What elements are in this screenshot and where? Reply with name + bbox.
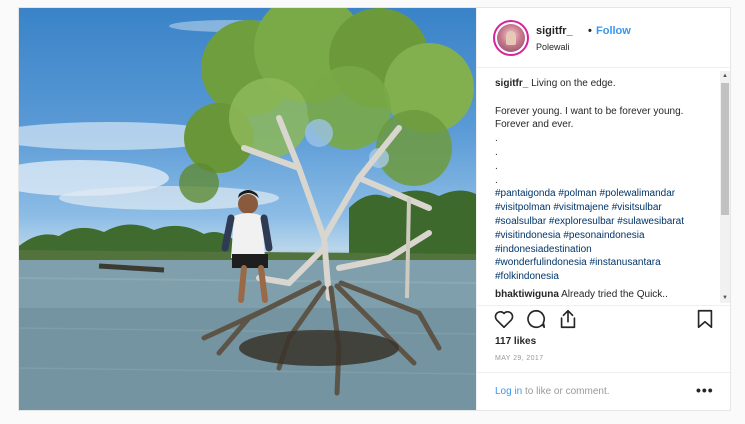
- hashtag-line[interactable]: #folkindonesia: [495, 270, 717, 284]
- caption-line-2: Forever young. I want to be forever youn…: [495, 105, 684, 117]
- scrollbar-thumb[interactable]: [721, 83, 729, 215]
- share-icon[interactable]: [557, 308, 579, 330]
- hashtag-line[interactable]: #pantaigonda #polman #polewalimandar: [495, 187, 717, 201]
- caption-dot-2: .: [495, 146, 498, 158]
- location-link[interactable]: Polewali: [536, 42, 570, 52]
- scroll-up-arrow-icon[interactable]: ▲: [722, 73, 728, 79]
- comment-author-link[interactable]: bhaktiwiguna: [495, 289, 559, 300]
- action-bar: [477, 308, 732, 336]
- caption-first-line: sigitfr_ Living on the edge.: [495, 77, 717, 91]
- comment-icon[interactable]: [525, 308, 547, 330]
- caption-dot-4: .: [495, 174, 498, 186]
- caption-block: sigitfr_ Living on the edge. Forever you…: [495, 77, 717, 302]
- comment-text: Already tried the Quick..: [561, 288, 668, 300]
- login-prompt: Log in to like or comment.: [495, 386, 610, 397]
- likes-count[interactable]: 117 likes: [495, 336, 536, 347]
- hashtag-line[interactable]: #soalsulbar #exploresulbar #sulawesibara…: [495, 215, 717, 229]
- comment-row: bhaktiwiguna Already tried the Quick..: [495, 288, 717, 302]
- scroll-down-arrow-icon[interactable]: ▼: [722, 295, 728, 301]
- user-avatar[interactable]: [493, 20, 529, 56]
- mangrove-photo-illustration: [19, 8, 476, 410]
- login-suffix: to like or comment.: [525, 386, 610, 397]
- hashtag-line[interactable]: #visitpolman #visitmajene #visitsulbar: [495, 201, 717, 215]
- caption-dot-1: .: [495, 133, 498, 145]
- follow-button[interactable]: Follow: [596, 25, 631, 37]
- comments-area[interactable]: sigitfr_ Living on the edge. Forever you…: [477, 69, 732, 306]
- more-options-icon[interactable]: •••: [696, 382, 714, 398]
- hashtag-line[interactable]: #visitindonesia #pesonaindonesia: [495, 229, 717, 243]
- post-photo[interactable]: [19, 8, 476, 410]
- bookmark-icon[interactable]: [694, 308, 716, 330]
- login-footer: Log in to like or comment. •••: [477, 372, 732, 410]
- login-link[interactable]: Log in: [495, 386, 522, 397]
- hashtag-line[interactable]: #wonderfulindonesia #instanusantara: [495, 256, 717, 270]
- separator-dot: •: [588, 25, 592, 37]
- username-link[interactable]: sigitfr_: [536, 25, 573, 37]
- caption-text: Living on the edge.: [531, 78, 616, 89]
- post-header: sigitfr_ • Follow Polewali: [477, 8, 732, 68]
- heart-icon[interactable]: [493, 308, 515, 330]
- instagram-post-embed: sigitfr_ • Follow Polewali sigitfr_ Livi…: [18, 7, 732, 411]
- hashtag-line[interactable]: #indonesiadestination: [495, 243, 717, 257]
- post-side-panel: sigitfr_ • Follow Polewali sigitfr_ Livi…: [476, 8, 732, 410]
- post-date: MAY 29, 2017: [495, 355, 544, 362]
- caption-dot-3: .: [495, 160, 498, 172]
- caption-author-link[interactable]: sigitfr_: [495, 78, 528, 89]
- caption-line-3: Forever and ever.: [495, 119, 574, 131]
